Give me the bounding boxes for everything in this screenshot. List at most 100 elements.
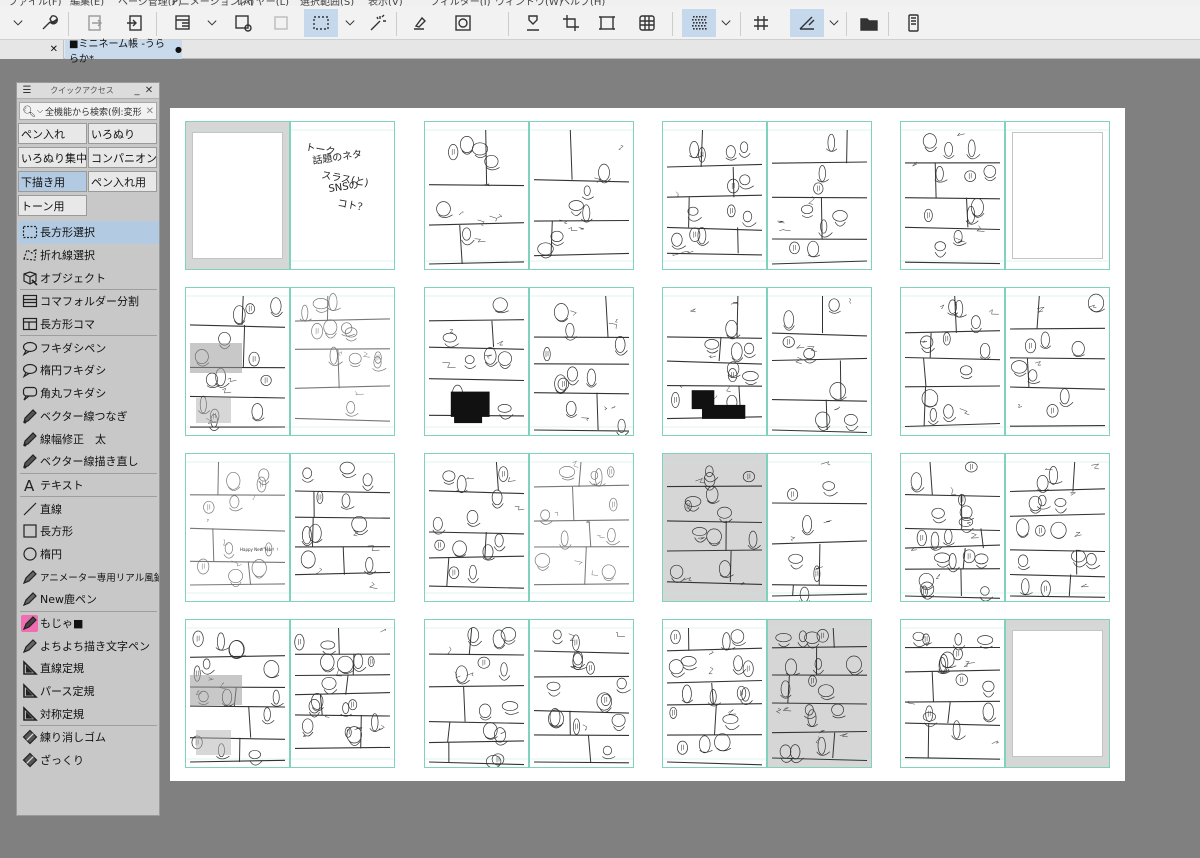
page-spread[interactable] [424, 453, 634, 602]
manga-page[interactable] [900, 619, 1005, 768]
manga-page[interactable] [529, 453, 634, 602]
manga-page[interactable] [662, 453, 767, 602]
manga-page[interactable] [529, 619, 634, 768]
manga-page[interactable] [1005, 453, 1110, 602]
tool-item[interactable]: 折れ線選択 [18, 244, 159, 267]
canvas[interactable]: トーク話題のネタスラス(と)SNSのコト？ HACK Happy New Year！… [170, 108, 1125, 781]
search-input[interactable]: 🔍︎ ⌵ 全機能から検索(例:変形 ✕ [19, 102, 157, 120]
tool-item[interactable]: もじゃ■ [18, 612, 159, 635]
transform-button[interactable] [228, 9, 258, 37]
page-spread[interactable] [662, 121, 872, 270]
page-spread[interactable] [424, 287, 634, 436]
search-icon[interactable]: 🔍︎ [22, 105, 36, 118]
manga-page[interactable] [1005, 287, 1110, 436]
tool-item[interactable]: 練り消しゴム [18, 726, 159, 749]
manga-page[interactable] [424, 121, 529, 270]
tool-item[interactable]: よちよち描き文字ペン [18, 634, 159, 657]
folder-button[interactable] [854, 9, 884, 37]
manga-page[interactable] [185, 121, 290, 270]
page-spread[interactable] [900, 453, 1110, 602]
manga-page[interactable] [185, 287, 290, 436]
set-button[interactable]: ペン入れ [18, 123, 87, 144]
blank-button[interactable] [266, 9, 296, 37]
set-button[interactable]: ペン入れ用 [88, 171, 157, 192]
rect-select-button[interactable] [304, 9, 338, 37]
set-button[interactable]: いろぬり [88, 123, 157, 144]
chevron-down-button[interactable] [824, 9, 844, 37]
manga-page[interactable] [900, 287, 1005, 436]
layer-property-button[interactable] [168, 9, 198, 37]
manga-page[interactable] [767, 453, 872, 602]
manga-page[interactable]: トーク 話題のネタ スラス(と) SNSの コト？ [290, 121, 395, 270]
tool-item[interactable]: コマフォルダー分割 [18, 290, 159, 313]
set-button[interactable]: トーン用 [18, 195, 87, 216]
color-correct-button[interactable] [448, 9, 478, 37]
palette-header[interactable]: ☰ クイックアクセス _ ✕ [17, 83, 159, 99]
page-spread[interactable] [662, 619, 872, 768]
tool-item[interactable]: ざっくり [18, 749, 159, 772]
tool-item[interactable]: オブジェクト [18, 266, 159, 289]
grid-edit-button[interactable] [632, 9, 662, 37]
manga-page[interactable] [529, 121, 634, 270]
manga-page[interactable] [290, 453, 395, 602]
tool-item[interactable]: ベクター線描き直し [18, 450, 159, 473]
chevron-down-button[interactable] [716, 9, 736, 37]
tool-item[interactable]: 直線定規 [18, 657, 159, 680]
manga-page[interactable] [424, 287, 529, 436]
tool-item[interactable]: 楕円フキダシ [18, 359, 159, 382]
palette-menu-icon[interactable]: ☰ [21, 85, 33, 96]
page-spread[interactable] [424, 619, 634, 768]
set-button[interactable]: コンパニオン [88, 147, 157, 168]
tool-item[interactable]: 楕円 [18, 543, 159, 566]
crop-button[interactable] [556, 9, 586, 37]
manga-page[interactable]: Happy New Year！！ [185, 453, 290, 602]
tab-active-document[interactable]: ■ミニネーム帳 -うららか* ● [65, 39, 182, 65]
page-spread[interactable]: Happy New Year！！ [185, 453, 395, 602]
manga-page[interactable]: HACK [767, 287, 872, 436]
page-spread[interactable]: トーク 話題のネタ スラス(と) SNSの コト？ [185, 121, 395, 270]
page-spread[interactable] [900, 287, 1110, 436]
tool-item[interactable]: New鹿ペン [18, 588, 159, 611]
grid-button[interactable] [746, 9, 776, 37]
manga-page[interactable] [767, 121, 872, 270]
tool-item[interactable]: 対称定規 [18, 702, 159, 725]
page-spread[interactable]: HACK [662, 287, 872, 436]
wrench-button[interactable] [34, 9, 64, 37]
export-button[interactable] [80, 9, 110, 37]
manga-page[interactable] [424, 619, 529, 768]
tool-item[interactable]: アニメーター専用リアル風鉛筆 [18, 565, 159, 588]
manga-page[interactable] [900, 121, 1005, 270]
manga-page[interactable] [529, 287, 634, 436]
page-spread[interactable] [662, 453, 872, 602]
tool-item[interactable]: 長方形 [18, 520, 159, 543]
page-spread[interactable] [185, 287, 395, 436]
chevron-down-button[interactable] [340, 9, 360, 37]
manga-page[interactable] [662, 619, 767, 768]
import-button[interactable] [120, 9, 150, 37]
manga-page[interactable] [1005, 619, 1110, 768]
page-spread[interactable] [424, 121, 634, 270]
tab-previous[interactable]: ✕ [0, 40, 64, 59]
tool-item[interactable]: ベクター線つなぎ [18, 405, 159, 428]
chevron-down-button[interactable] [8, 9, 28, 37]
set-button[interactable]: 下描き用 [18, 171, 87, 192]
manga-page[interactable] [1005, 121, 1110, 270]
manga-page[interactable] [662, 121, 767, 270]
tool-item[interactable]: フキダシペン [18, 336, 159, 359]
fill-button[interactable] [404, 9, 434, 37]
tool-item[interactable]: 長方形コマ [18, 313, 159, 336]
search-clear-icon[interactable]: ✕ [146, 106, 154, 117]
tab-close-icon[interactable]: ✕ [50, 44, 58, 55]
manga-page[interactable] [290, 619, 395, 768]
clear-button[interactable] [518, 9, 548, 37]
device-button[interactable] [898, 9, 928, 37]
chevron-down-icon[interactable]: ⌵ [37, 106, 43, 116]
close-icon[interactable]: ✕ [143, 85, 155, 96]
magic-wand-button[interactable] [362, 9, 392, 37]
ruler-button[interactable] [790, 9, 824, 37]
tool-item[interactable]: 角丸フキダシ [18, 382, 159, 405]
tool-item[interactable]: 長方形選択 [18, 221, 159, 244]
tool-item[interactable]: A テキスト [18, 474, 159, 497]
minimize-icon[interactable]: _ [131, 85, 143, 96]
manga-page[interactable] [767, 619, 872, 768]
